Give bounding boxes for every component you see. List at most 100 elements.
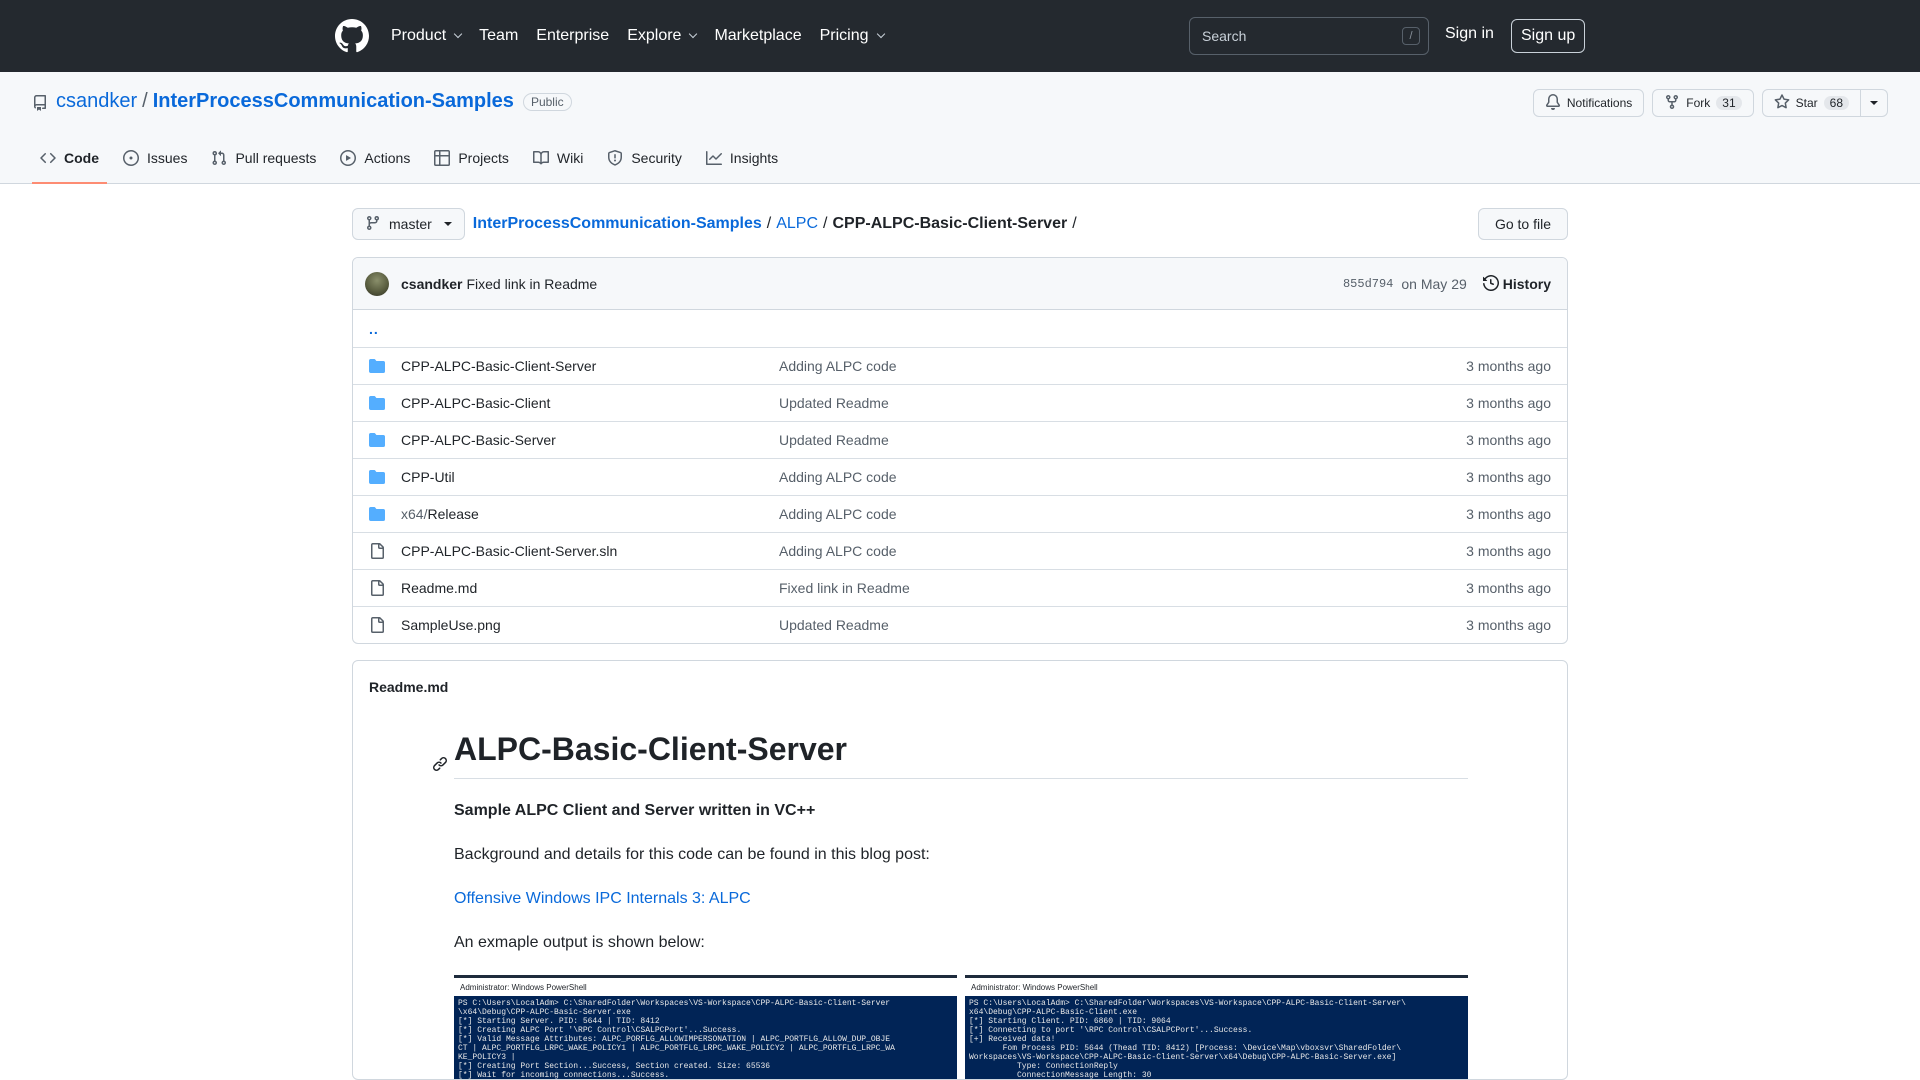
nav-label: Product xyxy=(391,27,447,44)
tab-label: Projects xyxy=(458,150,509,166)
parent-directory-link[interactable]: .. xyxy=(369,321,379,337)
terminal-output: PS C:\Users\LocalAdm> C:\SharedFolder\Wo… xyxy=(969,999,1406,1080)
github-logo-icon[interactable] xyxy=(335,19,369,53)
issue-icon xyxy=(123,150,139,166)
folder-icon xyxy=(369,358,385,374)
table-row[interactable]: x64/Release Adding ALPC code 3 months ago xyxy=(353,495,1567,532)
fork-button[interactable]: Fork 31 xyxy=(1652,89,1754,117)
git-branch-icon xyxy=(365,215,381,234)
notifications-label: Notifications xyxy=(1566,96,1633,110)
tab-projects[interactable]: Projects xyxy=(426,132,517,184)
commit-message-link[interactable]: Fixed link in Readme xyxy=(466,276,597,292)
file-commit-message-link[interactable]: Updated Readme xyxy=(779,395,1466,411)
tab-code[interactable]: Code xyxy=(32,132,107,184)
repo-owner-link[interactable]: csandker xyxy=(56,90,137,113)
nav-marketplace[interactable]: Marketplace xyxy=(714,27,801,45)
triangle-down-icon xyxy=(1870,101,1878,105)
chevron-down-icon xyxy=(689,29,698,39)
sign-up-button[interactable]: Sign up xyxy=(1511,19,1586,53)
link-icon[interactable] xyxy=(432,743,448,780)
repo-actions: Notifications Fork 31 Star 68 xyxy=(1532,89,1888,117)
file-name-link[interactable]: CPP-ALPC-Basic-Server xyxy=(401,432,779,448)
file-name-link[interactable]: CPP-ALPC-Basic-Client-Server xyxy=(401,358,779,374)
table-row[interactable]: CPP-ALPC-Basic-Server Updated Readme 3 mon… xyxy=(353,421,1567,458)
file-name-link[interactable]: CPP-ALPC-Basic-Client-Server.sln xyxy=(401,543,779,559)
file-commit-message-link[interactable]: Adding ALPC code xyxy=(779,358,1466,374)
breadcrumb: InterProcessCommunication-Samples / ALPC… xyxy=(473,215,1082,233)
repo-title: csandker / InterProcessCommunication-Sam… xyxy=(32,90,572,113)
file-commit-message-link[interactable]: Adding ALPC code xyxy=(779,506,1466,522)
tab-issues[interactable]: Issues xyxy=(115,132,195,184)
nav-product[interactable]: Product xyxy=(391,27,463,45)
repo-name-link[interactable]: InterProcessCommunication-Samples xyxy=(153,90,514,113)
commit-author-link[interactable]: csandker xyxy=(401,276,462,292)
tab-label: Wiki xyxy=(556,150,584,166)
file-name: CPP-ALPC-Basic-Client-Server.sln xyxy=(401,543,618,559)
file-age: 3 months ago xyxy=(1466,395,1551,411)
nav-label: Team xyxy=(479,27,519,44)
star-dropdown-button[interactable] xyxy=(1861,89,1888,117)
nav-label: Enterprise xyxy=(536,27,610,44)
nav-explore[interactable]: Explore xyxy=(627,27,698,45)
file-name-link[interactable]: CPP-ALPC-Basic-Client xyxy=(401,395,779,411)
tab-wiki[interactable]: Wiki xyxy=(525,132,591,184)
go-to-file-button[interactable]: Go to file xyxy=(1477,208,1568,240)
breadcrumb-separator: / xyxy=(766,215,772,232)
branch-selector[interactable]: master xyxy=(352,208,465,240)
sign-in-link[interactable]: Sign in xyxy=(1445,25,1494,43)
repo-icon xyxy=(32,94,48,111)
terminal-title: Administrator: Windows PowerShell xyxy=(965,978,1468,996)
main-content: master InterProcessCommunication-Samples… xyxy=(352,208,1568,1080)
star-button[interactable]: Star 68 xyxy=(1761,89,1861,117)
readme-intro: Background and details for this code can… xyxy=(454,846,930,863)
file-name-link[interactable]: Readme.md xyxy=(401,580,779,596)
tab-insights[interactable]: Insights xyxy=(698,132,786,184)
terminal-output: PS C:\Users\LocalAdm> C:\SharedFolder\Wo… xyxy=(458,999,895,1080)
file-name: Release xyxy=(427,506,479,522)
global-header: Product Team Enterprise Explore Marketplace P… xyxy=(0,0,1920,72)
table-row[interactable]: Readme.md Fixed link in Readme 3 months ag… xyxy=(353,569,1567,606)
parent-directory-row[interactable]: .. xyxy=(353,310,1567,347)
table-row[interactable]: CPP-Util Adding ALPC code 3 months ago xyxy=(353,458,1567,495)
file-commit-message-link[interactable]: Adding ALPC code xyxy=(779,543,1466,559)
tab-label: Issues xyxy=(147,150,188,166)
history-link[interactable]: History xyxy=(1482,274,1551,294)
tab-security[interactable]: Security xyxy=(599,132,690,184)
breadcrumb-repo-link[interactable]: InterProcessCommunication-Samples xyxy=(473,215,762,233)
nav-enterprise[interactable]: Enterprise xyxy=(536,27,609,45)
repo-tabs: Code Issues Pull requests Actions Projects Wi… xyxy=(32,132,794,184)
readme-subtitle: Sample ALPC Client and Server written in… xyxy=(454,802,816,819)
breadcrumb-current: CPP-ALPC-Basic-Client-Server xyxy=(832,215,1068,232)
avatar[interactable] xyxy=(365,271,389,296)
file-commit-message-link[interactable]: Updated Readme xyxy=(779,617,1466,633)
nav-team[interactable]: Team xyxy=(479,27,518,45)
breadcrumb-alpc-link[interactable]: ALPC xyxy=(776,215,818,233)
file-commit-message-link[interactable]: Adding ALPC code xyxy=(779,469,1466,485)
file-name-link[interactable]: CPP-Util xyxy=(401,469,779,485)
table-row[interactable]: CPP-ALPC-Basic-Client-Server Adding ALPC … xyxy=(353,347,1567,384)
file-name: CPP-ALPC-Basic-Client xyxy=(401,395,551,411)
chevron-down-icon xyxy=(453,29,463,39)
blog-post-link[interactable]: Offensive Windows IPC Internals 3: ALPC xyxy=(454,890,751,907)
breadcrumb-separator: / xyxy=(823,215,828,232)
star-label: Star xyxy=(1795,96,1818,110)
notifications-button[interactable]: Notifications xyxy=(1532,89,1645,117)
book-icon xyxy=(532,150,549,166)
table-row[interactable]: CPP-ALPC-Basic-Client Updated Readme 3 mon… xyxy=(353,384,1567,421)
search-placeholder: Search xyxy=(1202,28,1247,44)
commit-sha-link[interactable]: 855d794 xyxy=(1343,277,1393,291)
table-row[interactable]: CPP-ALPC-Basic-Client-Server.sln Adding A… xyxy=(353,532,1567,569)
folder-icon xyxy=(369,432,385,448)
table-row[interactable]: SampleUse.png Updated Readme 3 months ago xyxy=(353,606,1567,643)
nav-pricing[interactable]: Pricing xyxy=(820,27,885,45)
tab-pull-requests[interactable]: Pull requests xyxy=(203,132,324,184)
file-name-link[interactable]: x64/Release xyxy=(401,506,779,522)
tab-actions[interactable]: Actions xyxy=(332,132,418,184)
file-age: 3 months ago xyxy=(1466,469,1551,485)
file-commit-message-link[interactable]: Fixed link in Readme xyxy=(779,580,1466,596)
nav-label: Explore xyxy=(627,27,682,44)
file-commit-message-link[interactable]: Updated Readme xyxy=(779,432,1466,448)
search-input[interactable]: Search / xyxy=(1189,17,1429,55)
file-name: Readme.md xyxy=(401,580,478,596)
file-name-link[interactable]: SampleUse.png xyxy=(401,617,779,633)
